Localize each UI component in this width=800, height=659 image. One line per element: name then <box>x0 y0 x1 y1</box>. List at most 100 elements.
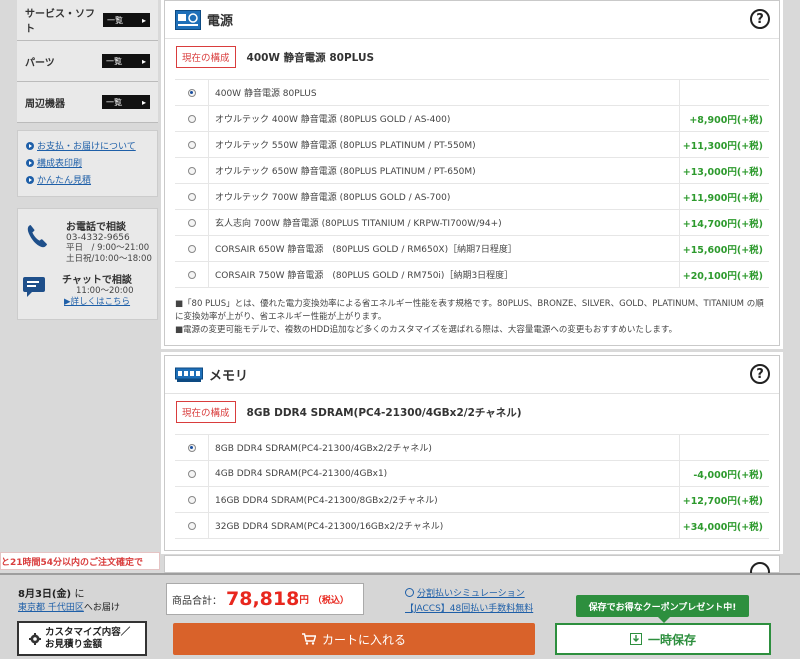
delivery-location-suffix: へお届け <box>83 603 120 613</box>
list-item[interactable]: オウルテック 550W 静音電源 (80PLUS PLATINUM / PT-5… <box>175 132 769 158</box>
option-price: +11,300円(+税) <box>679 132 769 157</box>
option-label: 400W 静音電源 80PLUS <box>208 80 679 105</box>
view-quote-button[interactable]: カスタマイズ内容／ お見積り金額 <box>17 621 147 656</box>
download-icon <box>629 633 642 645</box>
option-label: オウルテック 650W 静音電源 (80PLUS PLATINUM / PT-6… <box>208 158 679 183</box>
radio-button[interactable] <box>187 140 196 149</box>
link-label: かんたん見積 <box>37 176 92 186</box>
delivery-location-link[interactable]: 東京都 千代田区 <box>18 603 84 613</box>
list-item[interactable]: 400W 静音電源 80PLUS <box>175 80 769 106</box>
option-label: 32GB DDR4 SDRAM(PC4-21300/16GBx2/2チャネル) <box>208 513 679 538</box>
note-text: ■電源の変更可能モデルで、複数のHDD追加など多くのカスタマイズを選ばれる際は、… <box>175 325 678 335</box>
radio-button[interactable] <box>187 270 196 279</box>
sidebar-item-label: パーツ <box>25 57 55 69</box>
list-item[interactable]: 32GB DDR4 SDRAM(PC4-21300/16GBx2/2チャネル) +… <box>175 513 769 539</box>
list-item[interactable]: オウルテック 400W 静音電源 (80PLUS GOLD / AS-400) +… <box>175 106 769 132</box>
current-config-name: 8GB DDR4 SDRAM(PC4-21300/4GBx2/2チャネル) <box>246 406 522 419</box>
delivery-date: 8月3日(金) に <box>18 585 85 600</box>
save-button-label: 一時保存 <box>647 632 696 647</box>
link-label: 構成表印刷 <box>37 159 83 169</box>
list-item[interactable]: CORSAIR 750W 静音電源 (80PLUS GOLD / RM750i)… <box>175 262 769 288</box>
sidebar-links: お支払・お届けについて 構成表印刷 かんたん見積 <box>17 130 158 197</box>
current-config-name: 400W 静音電源 80PLUS <box>246 51 375 64</box>
option-price: +11,900円(+税) <box>679 184 769 209</box>
radio-button[interactable] <box>187 521 196 530</box>
current-config-row: 現在の構成 400W 静音電源 80PLUS <box>165 39 779 75</box>
total-tax: （税込） <box>312 595 349 606</box>
contact-box: お電話で相談 03-4332-9656 平日 / 9:00〜21:00 土日祝/… <box>17 208 158 320</box>
payment-delivery-link[interactable]: お支払・お届けについて <box>26 139 149 152</box>
radio-button[interactable] <box>187 443 196 452</box>
add-to-cart-button[interactable]: カートに入れる <box>173 623 535 655</box>
list-button[interactable]: 一覧 ▸ <box>103 13 150 27</box>
phone-number[interactable]: 03-4332-9656 <box>66 233 152 243</box>
option-label: オウルテック 400W 静音電源 (80PLUS GOLD / AS-400) <box>208 106 679 131</box>
help-icon[interactable]: ? <box>750 9 770 29</box>
link-label: お支払・お届けについて <box>37 142 136 152</box>
help-icon[interactable]: ? <box>750 364 770 384</box>
option-price: +8,900円(+税) <box>679 106 769 131</box>
quote-button-line1: カスタマイズ内容／ <box>45 626 131 638</box>
quick-estimate-link[interactable]: かんたん見積 <box>26 173 149 186</box>
option-price: +12,700円(+税) <box>679 487 769 512</box>
delivery-location: 東京都 千代田区へお届け <box>18 600 120 613</box>
power-options: 400W 静音電源 80PLUS オウルテック 400W 静音電源 (80PLU… <box>175 79 769 288</box>
list-item[interactable]: 玄人志向 700W 静音電源 (80PLUS TITANIUM / KRPW-T… <box>175 210 769 236</box>
list-button[interactable]: 一覧 ▸ <box>102 95 150 109</box>
sidebar: サービス・ソフト 一覧 ▸ パーツ 一覧 ▸ 周辺機器 一覧 ▸ お支払・お届けについ… <box>17 0 158 320</box>
temporary-save-button[interactable]: 一時保存 <box>555 623 771 655</box>
current-config-tag: 現在の構成 <box>176 46 236 68</box>
cart-button-label: カートに入れる <box>321 632 406 647</box>
installment-simulation-link[interactable]: 分割払いシミュレーション <box>405 586 525 599</box>
panel-title: 電源 <box>207 14 234 29</box>
option-price: +15,600円(+税) <box>679 236 769 261</box>
radio-button[interactable] <box>187 88 196 97</box>
option-label: 16GB DDR4 SDRAM(PC4-21300/8GBx2/2チャネル) <box>208 487 679 512</box>
chat-title: チャットで相談 <box>62 275 132 286</box>
arrow-circle-icon <box>26 158 34 167</box>
radio-button[interactable] <box>187 114 196 123</box>
radio-button[interactable] <box>187 218 196 227</box>
radio-button[interactable] <box>187 469 196 478</box>
total-unit: 円 <box>299 595 309 606</box>
sidebar-item-services[interactable]: サービス・ソフト 一覧 ▸ <box>17 0 158 41</box>
power-panel: 電源 ? 現在の構成 400W 静音電源 80PLUS 400W 静音電源 80… <box>161 0 783 349</box>
memory-panel: メモリ ? 現在の構成 8GB DDR4 SDRAM(PC4-21300/4GB… <box>161 352 783 554</box>
list-item[interactable]: CORSAIR 650W 静音電源 (80PLUS GOLD / RM650X)… <box>175 236 769 262</box>
coupon-badge: 保存でお得なクーポンプレゼント中! <box>576 595 749 623</box>
list-button-label: 一覧 <box>106 56 122 66</box>
next-panel-stub <box>164 555 780 582</box>
arrow-circle-icon <box>26 175 34 184</box>
radio-button[interactable] <box>187 495 196 504</box>
list-item[interactable]: 8GB DDR4 SDRAM(PC4-21300/4GBx2/2チャネル) <box>175 435 769 461</box>
radio-button[interactable] <box>187 192 196 201</box>
list-item[interactable]: 16GB DDR4 SDRAM(PC4-21300/8GBx2/2チャネル) +1… <box>175 487 769 513</box>
option-label: CORSAIR 750W 静音電源 (80PLUS GOLD / RM750i)… <box>208 262 679 287</box>
print-config-link[interactable]: 構成表印刷 <box>26 156 149 169</box>
arrow-right-icon: ▸ <box>141 56 146 66</box>
option-label: 8GB DDR4 SDRAM(PC4-21300/4GBx2/2チャネル) <box>208 435 679 460</box>
option-price: +20,100円(+税) <box>679 262 769 287</box>
delivery-date-suffix: に <box>74 589 85 600</box>
total-label: 商品合計： <box>172 595 222 607</box>
chat-details-link[interactable]: ▶詳しくはこちら <box>62 297 134 308</box>
option-price: +34,000円(+税) <box>679 513 769 538</box>
sidebar-item-parts[interactable]: パーツ 一覧 ▸ <box>17 41 158 82</box>
list-item[interactable]: 4GB DDR4 SDRAM(PC4-21300/4GBx1) -4,000円(+… <box>175 461 769 487</box>
radio-button[interactable] <box>187 244 196 253</box>
list-button[interactable]: 一覧 ▸ <box>102 54 150 68</box>
list-item[interactable]: オウルテック 650W 静音電源 (80PLUS PLATINUM / PT-6… <box>175 158 769 184</box>
option-price: +14,700円(+税) <box>679 210 769 235</box>
memory-panel-header: メモリ ? <box>165 356 779 394</box>
cart-icon <box>301 633 316 645</box>
power-supply-icon <box>175 9 201 30</box>
list-item[interactable]: オウルテック 700W 静音電源 (80PLUS GOLD / AS-700) +… <box>175 184 769 210</box>
jaccs-link[interactable]: 【JACCS】48回払い手数料無料 <box>405 601 533 614</box>
sidebar-item-peripherals[interactable]: 周辺機器 一覧 ▸ <box>17 82 158 123</box>
note-text: ■「80 PLUS」とは、優れた電力変換効率による省エネルギー性能を表す規格です… <box>175 299 764 322</box>
list-button-label: 一覧 <box>107 15 123 25</box>
sidebar-item-label: 周辺機器 <box>25 98 65 110</box>
weekend-hours: 土日祝/10:00〜18:00 <box>66 254 152 264</box>
link-label: 分割払いシミュレーション <box>417 589 525 599</box>
radio-button[interactable] <box>187 166 196 175</box>
